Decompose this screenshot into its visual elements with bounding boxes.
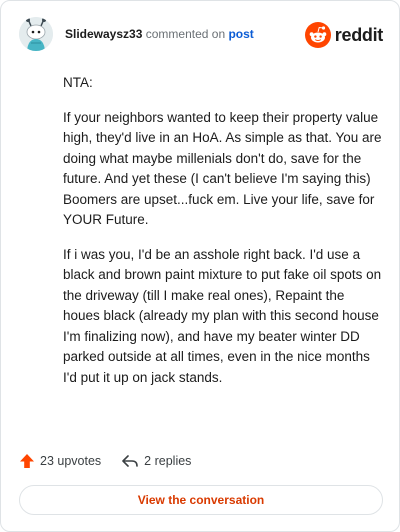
attribution-text: commented on — [145, 27, 226, 41]
comment-attribution: Slidewaysz33 commented on post — [65, 27, 254, 41]
upvote-arrow-icon — [20, 454, 34, 468]
comment-header: Slidewaysz33 commented on post reddit — [19, 17, 383, 53]
brand-wordmark: reddit — [334, 24, 384, 45]
avatar-illustration — [19, 17, 53, 51]
comment-paragraph: NTA: — [63, 75, 93, 90]
avatar[interactable] — [19, 17, 53, 51]
embedded-comment-card: Slidewaysz33 commented on post reddit NT… — [0, 0, 400, 532]
comment-paragraph: If i was you, I'd be an asshole right ba… — [63, 246, 382, 385]
comment-actions: 23 upvotes 2 replies — [19, 450, 211, 472]
replies-button[interactable]: 2 replies — [121, 453, 191, 469]
username[interactable]: Slidewaysz33 — [65, 27, 142, 41]
reply-arrow-icon — [122, 455, 138, 467]
upvote-button[interactable]: 23 upvotes — [19, 453, 101, 469]
comment-paragraph: If your neighbors wanted to keep their p… — [63, 109, 382, 228]
reddit-logo[interactable]: reddit — [304, 21, 384, 49]
comment-body: NTA: If your neighbors wanted to keep th… — [63, 73, 383, 402]
reply-count: 2 replies — [144, 454, 192, 468]
reddit-snoo-icon — [304, 22, 331, 48]
upvote-count: 23 upvotes — [40, 454, 102, 468]
view-conversation-button[interactable]: View the conversation — [19, 485, 383, 515]
post-link[interactable]: post — [228, 27, 253, 41]
